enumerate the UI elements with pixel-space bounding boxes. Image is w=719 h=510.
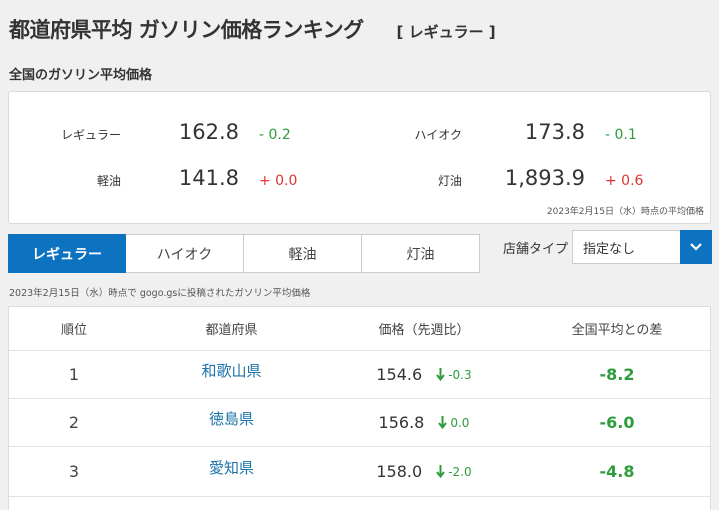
- fuel-tabs: レギュラー ハイオク 軽油 灯油: [8, 234, 480, 273]
- shop-type-label: 店舗タイプ: [503, 242, 569, 257]
- fuel-price: 141.8: [178, 166, 239, 190]
- table-row: 3 愛知県 158.0 -2.0 -4.8: [9, 447, 710, 497]
- price-value: 154.6: [376, 365, 423, 384]
- arrow-down-icon: [436, 368, 445, 381]
- table-header-row: 順位 都道府県 価格（先週比） 全国平均との差: [9, 307, 710, 351]
- page-title: 都道府県平均 ガソリン価格ランキング [ レギュラー ]: [9, 14, 496, 44]
- fuel-summary-kerosene: 灯油 1,893.9 + 0.6: [404, 166, 643, 190]
- fuel-price: 162.8: [178, 120, 239, 144]
- fuel-diff: + 0.6: [605, 173, 644, 189]
- page-title-text: 都道府県平均 ガソリン価格ランキング: [9, 18, 364, 42]
- header-prefecture: 都道府県: [205, 323, 258, 338]
- price-value: 156.8: [378, 413, 425, 432]
- fuel-type-tag: [ レギュラー ]: [396, 23, 496, 41]
- week-change-value: 0.0: [450, 415, 470, 430]
- fuel-name: ハイオク: [414, 128, 462, 142]
- national-average-panel: レギュラー 162.8 - 0.2 軽油 141.8 + 0.0 ハイオク 17…: [8, 91, 711, 224]
- tab-regular[interactable]: レギュラー: [8, 234, 126, 273]
- header-rank: 順位: [60, 323, 87, 338]
- diff-value: -8.2: [599, 365, 635, 384]
- rank-value: 3: [68, 462, 80, 481]
- table-row: 2 徳島県 156.8 0.0 -6.0: [9, 399, 710, 447]
- table-row: 1 和歌山県 154.6 -0.3 -8.2: [9, 351, 710, 399]
- fuel-diff: - 0.1: [605, 127, 637, 143]
- arrow-down-icon: [438, 416, 448, 429]
- fuel-name: 軽油: [96, 174, 121, 188]
- fuel-name: 灯油: [437, 174, 462, 188]
- diff-value: -4.8: [599, 462, 635, 481]
- prefecture-link[interactable]: 徳島県: [209, 408, 254, 429]
- fuel-name: レギュラー: [60, 128, 121, 142]
- tab-kerosene[interactable]: 灯油: [362, 234, 480, 273]
- fuel-summary-regular: レギュラー 162.8 - 0.2: [59, 120, 291, 144]
- price-value: 158.0: [376, 462, 423, 481]
- chevron-down-icon[interactable]: [680, 230, 712, 264]
- header-price: 価格（先週比）: [378, 323, 470, 338]
- as-of-date: 2023年2月15日（水）時点の平均価格: [546, 207, 704, 217]
- data-source-note: 2023年2月15日（水）時点で gogo.gsに投稿されたガソリン平均価格: [9, 288, 311, 299]
- fuel-diff: - 0.2: [259, 127, 291, 143]
- summary-section-label: 全国のガソリン平均価格: [9, 68, 153, 83]
- diff-value: -6.0: [599, 413, 635, 432]
- prefecture-link[interactable]: 愛知県: [209, 457, 254, 478]
- fuel-summary-high-octane: ハイオク 173.8 - 0.1: [404, 120, 637, 144]
- header-diff: 全国平均との差: [571, 323, 663, 338]
- tab-high-octane[interactable]: ハイオク: [126, 234, 244, 273]
- tab-diesel[interactable]: 軽油: [244, 234, 362, 273]
- week-change-value: -2.0: [448, 464, 472, 479]
- fuel-price: 1,893.9: [504, 166, 585, 190]
- week-change: 0.0: [438, 416, 469, 430]
- week-change-value: -0.3: [448, 367, 472, 382]
- arrow-down-icon: [436, 465, 445, 478]
- rank-value: 1: [68, 365, 80, 384]
- fuel-summary-diesel: 軽油 141.8 + 0.0: [59, 166, 297, 190]
- week-change: -0.3: [436, 367, 472, 382]
- ranking-table: 順位 都道府県 価格（先週比） 全国平均との差 1 和歌山県 154.6 -0.…: [8, 306, 711, 510]
- shop-type-selected: 指定なし: [583, 241, 636, 257]
- fuel-diff: + 0.0: [259, 173, 298, 189]
- prefecture-link[interactable]: 和歌山県: [201, 360, 261, 381]
- week-change: -2.0: [436, 464, 472, 479]
- fuel-price: 173.8: [524, 120, 585, 144]
- shop-type-select[interactable]: 指定なし: [572, 230, 712, 264]
- rank-value: 2: [68, 413, 80, 432]
